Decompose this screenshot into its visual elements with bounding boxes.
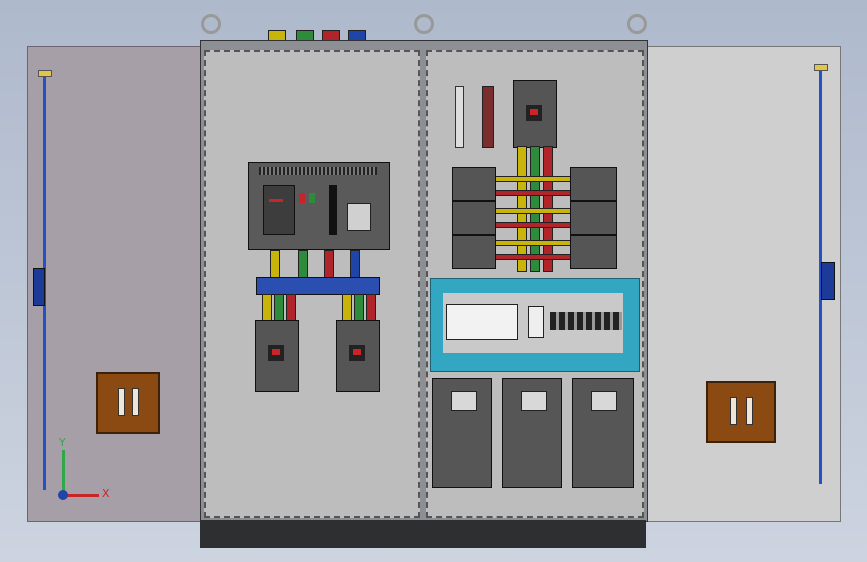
plc-controller[interactable] xyxy=(446,304,518,340)
phase-conductor xyxy=(262,294,272,322)
phase-conductor xyxy=(354,294,364,322)
lifting-eye-icon xyxy=(414,14,434,34)
lifting-eye-icon xyxy=(627,14,647,34)
cabinet-plinth xyxy=(200,520,646,548)
vfd-drive-2[interactable] xyxy=(502,378,562,488)
cad-viewport[interactable]: Y X xyxy=(0,0,867,562)
terminal-strip xyxy=(455,86,464,148)
feeder-breaker[interactable] xyxy=(570,235,617,269)
feeder-breaker[interactable] xyxy=(452,167,496,201)
feeder-breaker[interactable] xyxy=(570,201,617,235)
phase-conductor xyxy=(342,294,352,322)
neutral-bar xyxy=(482,86,494,148)
rod-guide-icon xyxy=(814,64,828,71)
door-latch-icon xyxy=(821,262,835,300)
busbar-tap xyxy=(490,208,582,214)
rod-guide-icon xyxy=(38,70,52,77)
y-axis-label: Y xyxy=(59,436,66,449)
vfd-drive-3[interactable] xyxy=(572,378,634,488)
branch-breaker[interactable] xyxy=(255,320,299,392)
busbar-tap xyxy=(490,222,582,228)
axis-triad-icon: Y X xyxy=(56,436,116,504)
busbar-tap xyxy=(490,190,582,196)
phase-conductor xyxy=(274,294,284,322)
terminal-block xyxy=(550,312,622,330)
door-handle-icon[interactable] xyxy=(706,381,776,443)
feeder-breaker[interactable] xyxy=(570,167,617,201)
phase-conductor xyxy=(350,250,360,280)
phase-conductor xyxy=(366,294,376,322)
branch-breaker[interactable] xyxy=(336,320,380,392)
phase-conductor xyxy=(298,250,308,280)
x-axis-label: X xyxy=(102,487,110,500)
lifting-eye-icon xyxy=(201,14,221,34)
left-door xyxy=(27,46,205,522)
door-handle-icon[interactable] xyxy=(96,372,160,434)
right-door xyxy=(644,46,841,522)
door-latch-icon xyxy=(33,268,45,306)
vfd-drive-1[interactable] xyxy=(432,378,492,488)
busbar-support xyxy=(256,277,380,295)
busbar-tap xyxy=(490,240,582,246)
relay-module[interactable] xyxy=(528,306,544,338)
phase-conductor xyxy=(286,294,296,322)
phase-conductor xyxy=(270,250,280,280)
feeder-breaker[interactable] xyxy=(452,201,496,235)
busbar-tap xyxy=(490,176,582,182)
incoming-breaker[interactable] xyxy=(513,80,557,148)
busbar-tap xyxy=(490,254,582,260)
feeder-breaker[interactable] xyxy=(452,235,496,269)
phase-conductor xyxy=(324,250,334,280)
main-circuit-breaker[interactable] xyxy=(248,162,390,250)
